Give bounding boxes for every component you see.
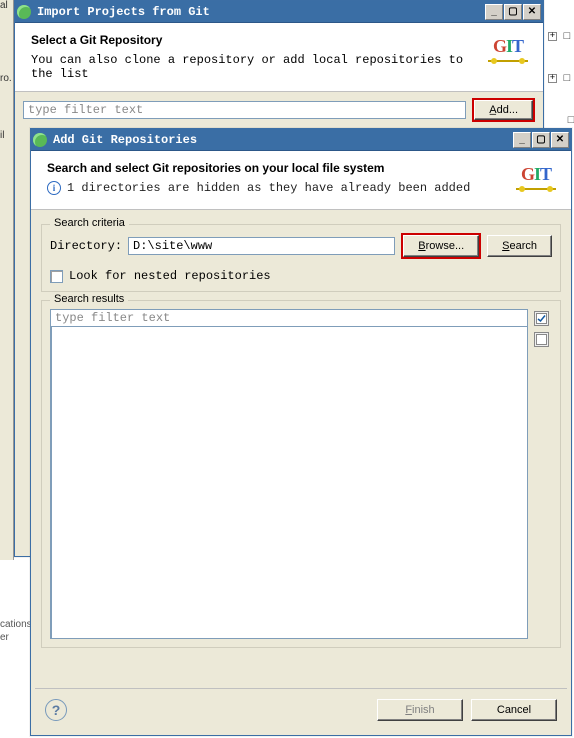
close-button[interactable]: ✕ <box>523 4 541 20</box>
results-list[interactable] <box>50 327 528 639</box>
header-band-import: Select a Git Repository You can also clo… <box>15 23 543 92</box>
app-icon <box>33 133 47 147</box>
fieldset-search-results: Search results <box>41 300 561 648</box>
titlebar-addrepos[interactable]: Add Git Repositories _ ▢ ✕ <box>31 129 571 151</box>
add-button[interactable]: A̲dd... <box>474 100 533 120</box>
browse-button[interactable]: Browse... <box>403 235 479 257</box>
separator <box>35 688 567 689</box>
cancel-button[interactable]: Cancel <box>471 699 557 721</box>
close-button[interactable]: ✕ <box>551 132 569 148</box>
info-icon: i <box>47 181 61 195</box>
bg-panel-left <box>0 0 14 560</box>
maximize-button[interactable]: ▢ <box>532 132 550 148</box>
filter-row-import: A̲dd... <box>15 92 543 128</box>
directory-label: Directory: <box>50 239 122 253</box>
minimize-button[interactable]: _ <box>513 132 531 148</box>
title-addrepos: Add Git Repositories <box>53 133 512 147</box>
bg-bottom-labels: cations er <box>0 618 32 644</box>
finish-button[interactable]: Finish <box>377 699 463 721</box>
results-filter-input[interactable] <box>50 309 528 327</box>
minimize-button[interactable]: _ <box>485 4 503 20</box>
help-icon[interactable]: ? <box>45 699 67 721</box>
nested-label: Look for nested repositories <box>69 269 271 283</box>
nested-checkbox[interactable] <box>50 270 63 283</box>
select-all-button[interactable] <box>534 311 549 326</box>
titlebar-import[interactable]: Import Projects from Git _ ▢ ✕ <box>15 1 543 23</box>
search-button[interactable]: Search <box>487 235 552 257</box>
header-sub-import: You can also clone a repository or add l… <box>31 53 485 81</box>
header-sub-addrepos: 1 directories are hidden as they have al… <box>67 181 470 195</box>
header-title-import: Select a Git Repository <box>31 33 485 47</box>
directory-input[interactable] <box>128 237 395 255</box>
git-logo-icon: GIT <box>513 161 559 199</box>
git-logo-icon: GIT <box>485 33 531 71</box>
window-add-repos: Add Git Repositories _ ▢ ✕ Search and se… <box>30 128 572 736</box>
deselect-all-button[interactable] <box>534 332 549 347</box>
fieldset-search-criteria: Search criteria Directory: Browse... Sea… <box>41 224 561 292</box>
legend-results: Search results <box>50 293 128 305</box>
filter-input-import[interactable] <box>23 101 466 119</box>
nested-row: Look for nested repositories <box>50 269 552 283</box>
legend-criteria: Search criteria <box>50 217 129 229</box>
app-icon <box>17 5 31 19</box>
header-title-addrepos: Search and select Git repositories on yo… <box>47 161 513 175</box>
bg-tree-right: + □ + □ □ <box>548 0 574 46</box>
header-band-addrepos: Search and select Git repositories on yo… <box>31 151 571 210</box>
maximize-button[interactable]: ▢ <box>504 4 522 20</box>
title-import: Import Projects from Git <box>37 5 484 19</box>
